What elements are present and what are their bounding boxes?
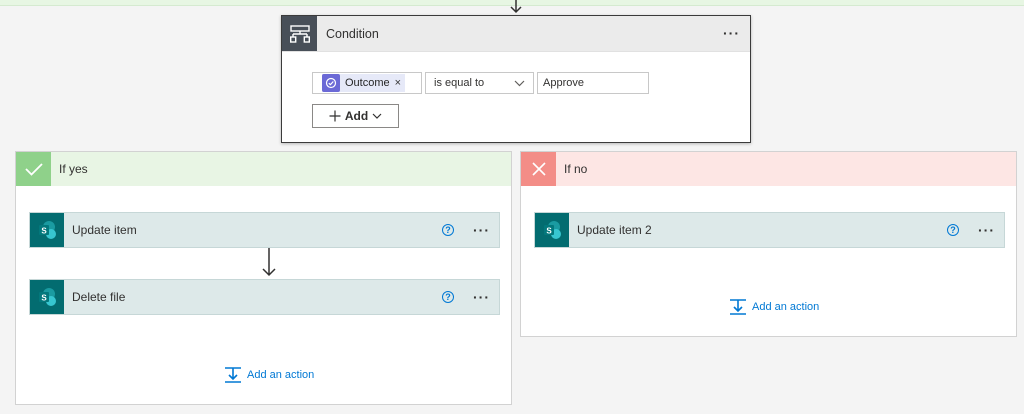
help-icon[interactable]: ? <box>947 224 959 236</box>
add-button-label: Add <box>344 109 369 123</box>
if-yes-header[interactable]: If yes <box>16 152 511 186</box>
action-label: Delete file <box>72 290 126 304</box>
add-an-action-link[interactable]: Add an action <box>224 366 314 384</box>
action-label: Update item <box>72 223 137 237</box>
arrow-down-icon <box>510 0 522 14</box>
action-menu-button[interactable]: ··· <box>978 223 995 237</box>
cross-icon <box>521 152 556 186</box>
if-no-branch[interactable]: If no S Update item 2 ? ··· Add an actio… <box>520 151 1017 337</box>
sharepoint-icon: S <box>30 280 64 314</box>
svg-text:S: S <box>41 227 47 236</box>
approval-icon <box>322 74 340 92</box>
if-yes-title: If yes <box>59 162 88 176</box>
add-action-icon <box>730 299 746 315</box>
add-an-action-link[interactable]: Add an action <box>729 298 819 316</box>
sharepoint-icon: S <box>535 213 569 247</box>
action-card-update-item[interactable]: S Update item ? ··· <box>29 212 500 248</box>
action-menu-button[interactable]: ··· <box>473 290 490 304</box>
right-operand-field[interactable]: Approve <box>537 72 649 94</box>
add-an-action-label: Add an action <box>752 301 820 313</box>
add-action-icon <box>225 367 241 383</box>
add-button[interactable]: Add <box>312 104 399 128</box>
add-an-action-label: Add an action <box>247 369 315 381</box>
action-card-update-item-2[interactable]: S Update item 2 ? ··· <box>534 212 1005 248</box>
condition-menu-button[interactable]: ··· <box>723 26 740 40</box>
chevron-down-icon <box>372 113 382 119</box>
right-operand-value: Approve <box>543 77 584 89</box>
left-operand-field[interactable]: Outcome × <box>312 72 422 94</box>
help-icon[interactable]: ? <box>442 291 454 303</box>
sharepoint-icon: S <box>30 213 64 247</box>
token-remove-icon[interactable]: × <box>395 77 401 89</box>
condition-row: Outcome × is equal to Approve <box>312 72 649 94</box>
arrow-down-icon <box>262 248 276 277</box>
check-icon <box>16 152 51 186</box>
action-menu-button[interactable]: ··· <box>473 223 490 237</box>
token-label: Outcome <box>345 77 390 89</box>
action-card-delete-file[interactable]: S Delete file ? ··· <box>29 279 500 315</box>
action-label: Update item 2 <box>577 223 652 237</box>
if-no-header[interactable]: If no <box>521 152 1016 186</box>
condition-title: Condition <box>326 26 379 41</box>
condition-card[interactable]: Condition ··· Outcome × is equal to Appr… <box>281 15 751 143</box>
operator-select[interactable]: is equal to <box>425 72 534 94</box>
svg-text:S: S <box>546 227 552 236</box>
outcome-token[interactable]: Outcome × <box>322 74 406 92</box>
if-no-title: If no <box>564 162 588 176</box>
condition-icon <box>282 16 317 51</box>
svg-text:S: S <box>41 294 47 303</box>
chevron-down-icon <box>514 80 525 87</box>
help-icon[interactable]: ? <box>442 224 454 236</box>
operator-value: is equal to <box>434 77 485 89</box>
condition-header[interactable]: Condition <box>282 16 750 52</box>
if-yes-branch[interactable]: If yes S Update item ? ··· S Delete file <box>15 151 512 405</box>
plus-icon <box>329 110 341 122</box>
